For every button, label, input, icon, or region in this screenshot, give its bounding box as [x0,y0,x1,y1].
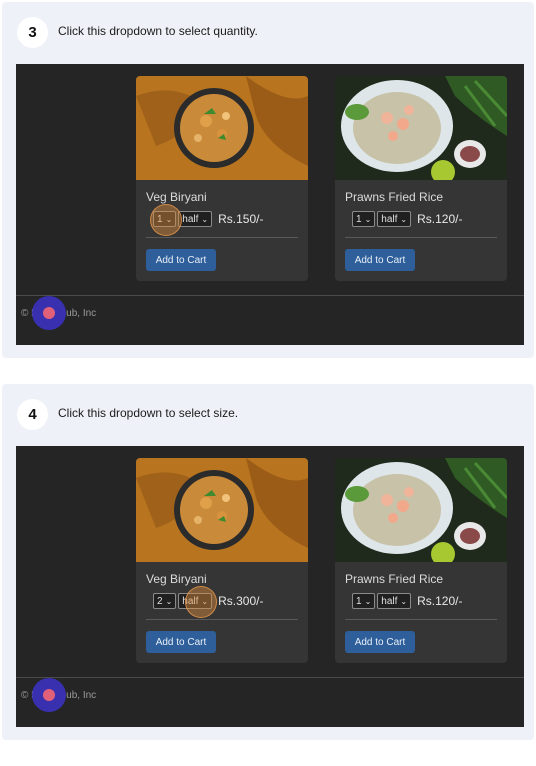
size-dropdown[interactable]: half ⌄ [377,593,412,609]
add-to-cart-button[interactable]: Add to Cart [146,631,216,653]
step-number: 4 [17,399,48,430]
cursor-dot [43,307,55,319]
food-title: Prawns Fried Rice [345,572,444,586]
price-label: Rs.300/- [218,594,264,608]
price-label: Rs.120/- [417,212,463,226]
veg-biryani-image [136,458,308,562]
food-title: Veg Biryani [146,190,207,204]
item-controls: 1 ⌄ half ⌄ Rs.120/- [352,593,462,609]
item-controls: 1 ⌄ half ⌄ Rs.120/- [352,211,462,227]
quantity-dropdown[interactable]: 1 ⌄ [352,593,376,609]
food-title: Veg Biryani [146,572,207,586]
divider [146,237,298,238]
prawns-fried-rice-image [335,76,507,180]
screenshot-panel: Veg Biryani 1 ⌄ half ⌄ Rs.150/- Add to C… [16,64,524,345]
chevron-down-icon: ⌄ [165,596,173,606]
add-to-cart-button[interactable]: Add to Cart [146,249,216,271]
price-label: Rs.150/- [218,212,264,226]
click-highlight [150,204,182,236]
size-dropdown[interactable]: half ⌄ [377,211,412,227]
divider [345,619,497,620]
click-cursor-icon [32,678,66,712]
step-instruction: Click this dropdown to select size. [58,406,239,420]
footer-divider [16,295,524,296]
food-title: Prawns Fried Rice [345,190,444,204]
quantity-value: 2 [157,595,163,607]
chevron-down-icon: ⌄ [400,596,408,606]
chevron-down-icon: ⌄ [364,214,372,224]
click-highlight [185,586,217,618]
food-card-prawns-fried-rice: Prawns Fried Rice 1 ⌄ half ⌄ Rs.120/- Ad… [335,76,507,281]
step-3-card: 3 Click this dropdown to select quantity… [2,2,534,358]
add-to-cart-button[interactable]: Add to Cart [345,249,415,271]
step-instruction: Click this dropdown to select quantity. [58,24,258,38]
quantity-value: 1 [356,213,362,225]
price-label: Rs.120/- [417,594,463,608]
footer-divider [16,677,524,678]
food-card-prawns-fried-rice: Prawns Fried Rice 1 ⌄ half ⌄ Rs.120/- Ad… [335,458,507,663]
chevron-down-icon: ⌄ [364,596,372,606]
size-value: half [381,595,398,607]
quantity-value: 1 [356,595,362,607]
veg-biryani-image [136,76,308,180]
food-card-veg-biryani: Veg Biryani 1 ⌄ half ⌄ Rs.150/- Add to C… [136,76,308,281]
quantity-dropdown[interactable]: 1 ⌄ [352,211,376,227]
size-dropdown[interactable]: half ⌄ [178,211,213,227]
cursor-dot [43,689,55,701]
add-to-cart-button[interactable]: Add to Cart [345,631,415,653]
click-cursor-icon [32,296,66,330]
chevron-down-icon: ⌄ [400,214,408,224]
size-value: half [381,213,398,225]
divider [345,237,497,238]
step-4-card: 4 Click this dropdown to select size. Ve… [2,384,534,740]
screenshot-panel: Veg Biryani 2 ⌄ half ⌄ Rs.300/- Add to C… [16,446,524,727]
quantity-dropdown[interactable]: 2 ⌄ [153,593,177,609]
food-card-veg-biryani: Veg Biryani 2 ⌄ half ⌄ Rs.300/- Add to C… [136,458,308,663]
step-number: 3 [17,17,48,48]
divider [146,619,298,620]
size-value: half [182,213,199,225]
chevron-down-icon: ⌄ [201,214,209,224]
prawns-fried-rice-image [335,458,507,562]
